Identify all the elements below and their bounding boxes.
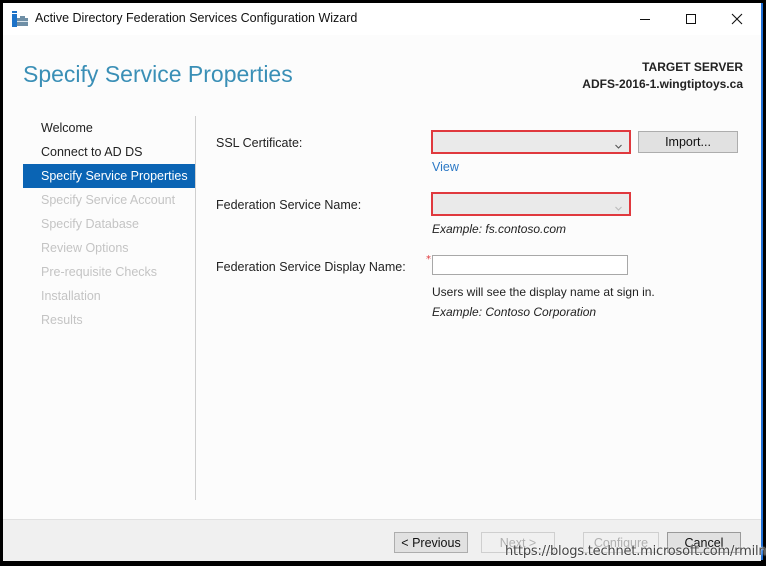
federation-service-name-dropdown[interactable] (431, 192, 631, 216)
display-name-hint: Users will see the display name at sign … (432, 285, 655, 299)
nav-item-specify-service-properties[interactable]: Specify Service Properties (23, 164, 195, 188)
maximize-button[interactable] (668, 3, 714, 35)
previous-button[interactable]: < Previous (394, 532, 468, 553)
nav-item-installation: Installation (41, 289, 101, 303)
federation-service-name-label: Federation Service Name: (216, 198, 362, 212)
ssl-certificate-dropdown[interactable] (431, 130, 631, 154)
nav-item-prerequisite-checks: Pre-requisite Checks (41, 265, 158, 279)
nav-item-connect-ad-ds[interactable]: Connect to AD DS (23, 140, 195, 164)
nav-item-specify-database: Specify Database (41, 217, 139, 231)
federation-service-name-example: Example: fs.contoso.com (432, 222, 567, 236)
maximize-icon (686, 14, 696, 24)
view-certificate-link[interactable]: View (432, 160, 459, 174)
nav-item-specify-service-account: Specify Service Account (41, 193, 176, 207)
ssl-certificate-label: SSL Certificate: (216, 136, 303, 150)
minimize-icon (640, 19, 650, 20)
display-name-input[interactable] (432, 255, 628, 275)
display-name-example: Example: Contoso Corporation (432, 305, 597, 319)
nav-item-welcome[interactable]: Welcome (23, 116, 195, 140)
required-marker: * (426, 254, 431, 265)
close-icon (731, 13, 743, 25)
target-server: TARGET SERVER ADFS-2016-1.wingtiptoys.ca (582, 59, 743, 93)
display-name-label: Federation Service Display Name: (216, 260, 406, 274)
window-title: Active Directory Federation Services Con… (35, 11, 358, 25)
minimize-button[interactable] (622, 3, 668, 35)
title-bar: Active Directory Federation Services Con… (3, 3, 761, 35)
nav-item-results: Results (41, 313, 83, 327)
page-title: Specify Service Properties (23, 61, 293, 87)
target-server-name: ADFS-2016-1.wingtiptoys.ca (582, 77, 743, 91)
watermark-url: https://blogs.technet.microsoft.com/rmil… (505, 544, 766, 559)
target-server-label: TARGET SERVER (642, 60, 743, 74)
nav-divider (195, 116, 196, 500)
wizard-window: Active Directory Federation Services Con… (3, 3, 763, 561)
nav-item-review-options: Review Options (41, 241, 129, 255)
adfs-app-icon (12, 11, 28, 27)
chevron-down-icon (614, 136, 623, 155)
chevron-down-icon (614, 198, 623, 217)
import-certificate-button[interactable]: Import... (638, 131, 738, 153)
close-button[interactable] (714, 3, 760, 35)
wizard-steps-nav: Welcome Connect to AD DS Specify Service… (23, 116, 195, 332)
